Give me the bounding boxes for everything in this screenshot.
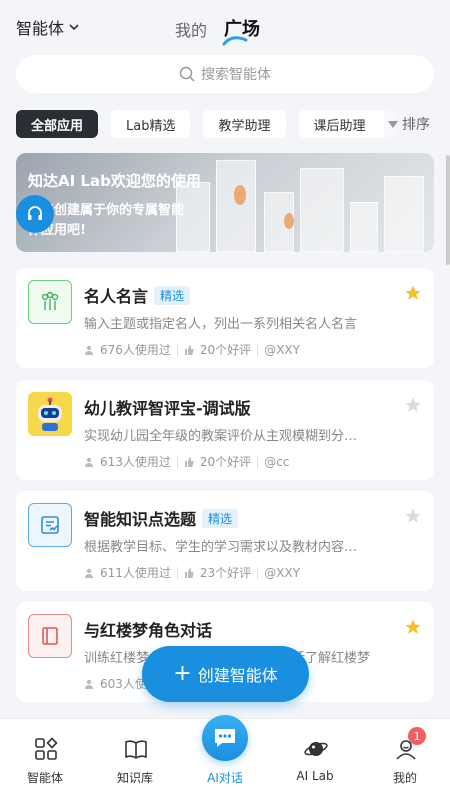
top-header: 智能体 我的 广场 [0, 0, 450, 56]
welcome-banner[interactable]: 知达AI Lab欢迎您的使用 快来创建属于你的专属智能体应用吧! [16, 153, 434, 252]
user-icon [85, 679, 93, 689]
sort-button[interactable]: 排序 [384, 110, 450, 138]
banner-marker [234, 185, 246, 205]
book-dialog-icon [28, 614, 72, 658]
agent-grid-icon [35, 737, 58, 760]
meta-divider [257, 455, 259, 468]
star-icon[interactable] [404, 284, 422, 302]
agent-card[interactable]: 幼儿教评智评宝-调试版 实现幼儿园全年级的教案评价从主观模糊到分… 613人使用… [16, 380, 434, 480]
like-count: 20个好评 [199, 455, 252, 469]
featured-tag: 精选 [154, 285, 191, 305]
agent-meta: 676人使用过 20个好评 @XXY [84, 341, 300, 358]
filter-chip-afterclass[interactable]: 课后助理 [298, 110, 396, 138]
banner-marker [284, 213, 294, 229]
agent-meta: 611人使用过 23个好评 @XXY [84, 564, 300, 581]
usage-count: 613人使用过 [100, 455, 171, 469]
banner-building [216, 160, 256, 252]
agent-title: 名人名言 [84, 287, 149, 306]
usage-count: 676人使用过 [100, 343, 171, 357]
scrollbar[interactable] [446, 155, 450, 265]
search-icon [179, 66, 195, 82]
meta-divider [257, 566, 259, 579]
nav-item-ai-chat[interactable]: AI对话 [180, 715, 270, 800]
robot-avatar-icon [28, 392, 72, 436]
author: @cc [264, 454, 290, 469]
banner-building [300, 168, 344, 252]
author: @XXY [264, 342, 300, 357]
tab-mine[interactable]: 我的 [175, 17, 207, 41]
thumbs-up-icon [184, 344, 194, 355]
tab-active-indicator [222, 36, 248, 46]
meta-divider [176, 343, 178, 356]
author: @XXY [264, 565, 300, 580]
agent-title-wrap: 幼儿教评智评宝-调试版 [84, 395, 251, 419]
plus-icon: + [173, 661, 192, 686]
quiz-document-icon [28, 503, 72, 547]
bottom-nav: 智能体 知识库 AI对话 AI Lab 1 我的 [0, 715, 450, 800]
agent-card[interactable]: 名人名言 精选 输入主题或指定名人，列出一系列相关名人名言 676人使用过 20… [16, 268, 434, 368]
thumbs-up-icon [184, 567, 194, 578]
chat-bubble-icon [202, 715, 248, 761]
agent-meta: 613人使用过 20个好评 @cc [84, 453, 289, 470]
user-icon [85, 345, 93, 355]
agent-card[interactable]: 智能知识点选题 精选 根据教学目标、学生的学习需求以及教材内容… 611人使用过… [16, 491, 434, 591]
search-placeholder: 搜索智能体 [201, 67, 271, 83]
agent-title: 与红楼梦角色对话 [84, 621, 213, 640]
agent-dropdown-label: 智能体 [16, 19, 65, 38]
nav-label: AI对话 [207, 771, 243, 785]
sort-triangle-icon [388, 120, 398, 128]
nav-label: 智能体 [26, 771, 63, 785]
agent-description: 实现幼儿园全年级的教案评价从主观模糊到分… [84, 429, 358, 444]
like-count: 20个好评 [199, 343, 252, 357]
user-icon [85, 568, 93, 578]
filter-chip-all[interactable]: 全部应用 [16, 110, 99, 138]
book-icon [125, 740, 147, 759]
agent-title-wrap: 名人名言 精选 [84, 283, 191, 307]
nav-item-ai-lab[interactable]: AI Lab [270, 719, 360, 800]
sort-label: 排序 [402, 117, 430, 133]
chevron-down-icon [69, 24, 79, 31]
agent-title: 智能知识点选题 [84, 510, 197, 529]
agent-title-wrap: 与红楼梦角色对话 [84, 617, 212, 641]
meta-divider [257, 343, 259, 356]
star-icon[interactable] [404, 507, 422, 525]
create-agent-label: 创建智能体 [197, 666, 278, 685]
nav-item-knowledge[interactable]: 知识库 [90, 719, 180, 800]
usage-count: 611人使用过 [100, 566, 171, 580]
nav-label: AI Lab [296, 769, 334, 783]
nav-item-agents[interactable]: 智能体 [0, 719, 90, 800]
agent-description: 输入主题或指定名人，列出一系列相关名人名言 [84, 317, 358, 332]
star-icon[interactable] [404, 618, 422, 636]
nav-label: 我的 [392, 771, 417, 785]
customer-service-button[interactable] [16, 195, 54, 233]
quotes-people-icon [28, 280, 72, 324]
thumbs-up-icon [184, 456, 194, 467]
search-input[interactable]: 搜索智能体 [16, 55, 434, 93]
featured-tag: 精选 [202, 508, 239, 528]
create-agent-button[interactable]: + 创建智能体 [142, 646, 309, 702]
agent-title: 幼儿教评智评宝-调试版 [84, 399, 251, 418]
filter-chip-teaching[interactable]: 教学助理 [203, 110, 286, 138]
nav-item-profile[interactable]: 1 我的 [360, 719, 450, 800]
banner-building [384, 176, 424, 252]
meta-divider [176, 455, 178, 468]
planet-icon [304, 742, 328, 756]
banner-building [350, 202, 378, 252]
star-icon[interactable] [404, 396, 422, 414]
nav-label: 知识库 [116, 771, 153, 785]
meta-divider [176, 566, 178, 579]
banner-title: 知达AI Lab欢迎您的使用 [28, 172, 201, 190]
filter-chip-lab[interactable]: Lab精选 [111, 110, 191, 138]
like-count: 23个好评 [199, 566, 252, 580]
agent-dropdown[interactable]: 智能体 [16, 15, 80, 39]
headset-icon [28, 206, 42, 220]
agent-title-wrap: 智能知识点选题 精选 [84, 506, 239, 530]
user-icon [85, 457, 93, 467]
notification-badge: 1 [408, 727, 426, 745]
agent-description: 根据教学目标、学生的学习需求以及教材内容… [84, 540, 358, 555]
